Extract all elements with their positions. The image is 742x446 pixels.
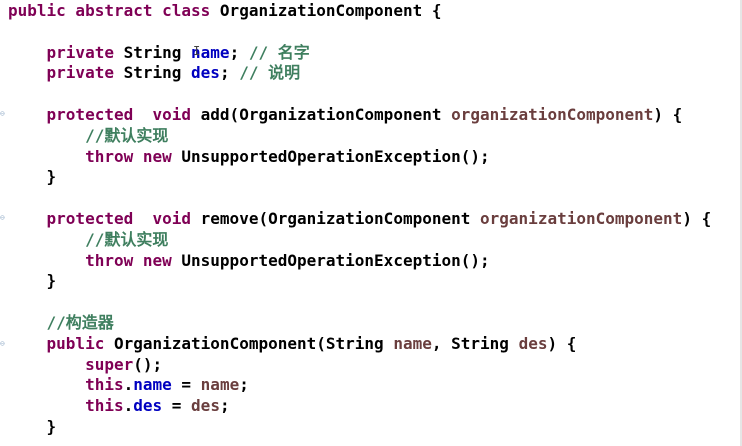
editor-gutter: [0, 0, 6, 446]
code-token: organizationComponent: [480, 209, 683, 228]
code-token: , String: [431, 333, 519, 353]
collapse-marker-icon[interactable]: ⊖: [0, 110, 6, 118]
code-line: }: [8, 166, 57, 187]
code-line: public OrganizationComponent(String name…: [8, 333, 577, 354]
code-line: private String name; // 名字: [8, 42, 310, 63]
code-line: //构造器: [8, 312, 114, 333]
code-token: protected void: [8, 105, 201, 124]
code-token: }: [8, 271, 57, 291]
code-token: name: [133, 375, 172, 395]
code-token: des: [133, 396, 163, 416]
code-token: name: [200, 375, 240, 395]
code-line: this.name = name;: [8, 374, 249, 395]
code-token: protected void: [8, 209, 201, 228]
code-token: organizationComponent: [451, 105, 654, 124]
code-line: this.des = des;: [8, 395, 230, 416]
code-token: //构造器: [8, 313, 114, 332]
code-token: =: [171, 375, 201, 395]
code-token: ) {: [682, 209, 712, 228]
i-beam-cursor-icon: I: [193, 44, 201, 58]
code-token: remove(OrganizationComponent: [200, 209, 481, 228]
code-token: add(OrganizationComponent: [200, 105, 452, 124]
code-token: public abstract class: [8, 1, 220, 20]
code-token: =: [162, 396, 192, 416]
code-token: //默认实现: [8, 125, 169, 145]
code-token: // 名字: [248, 42, 310, 62]
code-line: public abstract class OrganizationCompon…: [8, 0, 441, 21]
collapse-marker-icon[interactable]: ⊖: [0, 214, 6, 222]
code-token: .: [123, 396, 134, 416]
collapse-marker-icon[interactable]: ⊖: [0, 340, 6, 348]
code-line: }: [8, 270, 57, 291]
code-line: throw new UnsupportedOperationException(…: [8, 146, 490, 167]
code-token: OrganizationComponent {: [219, 1, 442, 20]
code-token: des: [191, 63, 220, 83]
code-token: String: [123, 42, 192, 62]
code-line: protected void remove(OrganizationCompon…: [8, 208, 712, 229]
code-line: }: [8, 416, 57, 437]
code-token: .: [123, 375, 134, 395]
code-token: this: [8, 396, 124, 416]
code-token: this: [8, 375, 124, 395]
code-token: name: [393, 333, 432, 353]
code-token: private: [8, 42, 124, 62]
code-token: UnsupportedOperationException();: [181, 250, 490, 270]
code-token: super: [8, 354, 134, 374]
code-token: public: [8, 333, 114, 353]
code-token: //默认实现: [8, 229, 169, 249]
code-token: throw new: [8, 250, 182, 270]
code-token: ;: [219, 396, 230, 416]
code-token: ;: [229, 42, 249, 62]
code-token: throw new: [8, 146, 182, 166]
code-token: private: [8, 63, 124, 83]
code-line: protected void add(OrganizationComponent…: [8, 104, 683, 125]
code-token: }: [8, 167, 57, 187]
code-token: }: [8, 417, 57, 436]
code-token: ) {: [653, 105, 683, 124]
code-token: ;: [219, 63, 240, 83]
code-token: ();: [133, 354, 163, 374]
code-token: UnsupportedOperationException();: [181, 146, 490, 166]
code-token: ;: [239, 375, 249, 395]
code-token: String: [123, 63, 192, 83]
code-line: //默认实现: [8, 229, 168, 250]
code-line: throw new UnsupportedOperationException(…: [8, 250, 490, 271]
code-line: super();: [8, 354, 162, 375]
code-line: private String des; // 说明: [8, 62, 301, 83]
code-editor[interactable]: ⊖ ⊖ ⊖ public abstract class Organization…: [0, 0, 742, 446]
code-token: des: [518, 333, 548, 353]
code-token: OrganizationComponent(String: [113, 333, 394, 353]
code-token: ) {: [547, 333, 577, 353]
code-token: des: [191, 396, 220, 416]
code-token: // 说明: [239, 63, 301, 83]
code-line: //默认实现: [8, 125, 168, 146]
